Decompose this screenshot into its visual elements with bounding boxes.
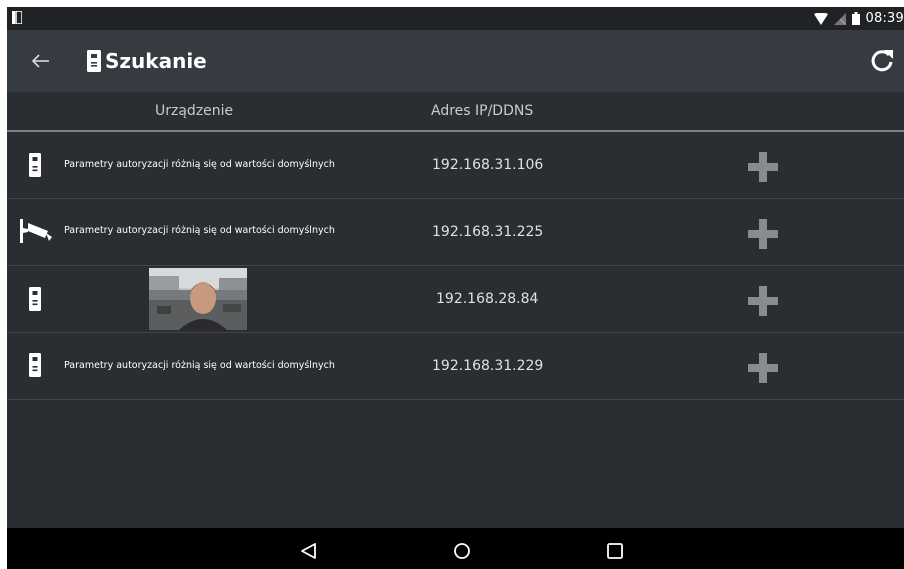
device-description: Parametry autoryzacji różnią się od wart… xyxy=(64,360,335,371)
circle-home-icon[interactable] xyxy=(452,541,472,561)
device-ip: 192.168.31.225 xyxy=(432,224,544,240)
column-header-device: Urządzenie xyxy=(155,103,234,119)
page-title: Szukanie xyxy=(105,49,207,73)
triangle-back-icon[interactable] xyxy=(299,541,319,561)
snapshot-scene xyxy=(149,268,247,330)
device-description: Parametry autoryzacji różnią się od wart… xyxy=(64,159,335,170)
table-row[interactable]: Parametry autoryzacji różnią się od wart… xyxy=(7,132,904,199)
add-icon[interactable] xyxy=(748,286,778,316)
camera-icon xyxy=(20,219,52,243)
door-station-icon xyxy=(29,287,41,311)
app-toolbar: Szukanie xyxy=(7,30,904,92)
status-time: 08:39 xyxy=(865,11,904,26)
door-station-icon xyxy=(29,353,41,377)
system-nav-bar xyxy=(7,528,904,569)
status-bar: 08:39 xyxy=(7,7,904,30)
table-row[interactable]: 192.168.28.84 xyxy=(7,266,904,333)
add-icon[interactable] xyxy=(748,219,778,249)
device-ip: 192.168.28.84 xyxy=(436,291,539,307)
status-icons: 08:39 xyxy=(813,7,904,30)
camera-snapshot xyxy=(149,268,247,330)
table-row[interactable]: Parametry autoryzacji różnią się od wart… xyxy=(7,333,904,400)
device-description: Parametry autoryzacji różnią się od wart… xyxy=(64,225,335,236)
table-row[interactable]: Parametry autoryzacji różnią się od wart… xyxy=(7,199,904,266)
battery-icon xyxy=(851,12,860,25)
page-title-group: Szukanie xyxy=(87,45,207,77)
arrow-back-icon[interactable] xyxy=(27,49,53,73)
refresh-icon[interactable] xyxy=(868,47,896,75)
column-header-ip: Adres IP/DDNS xyxy=(431,103,534,119)
app-screen: 08:39 Szukanie Urządzenie Adres IP/DDNS xyxy=(7,7,904,569)
table-header: Urządzenie Adres IP/DDNS xyxy=(7,92,904,132)
square-recent-icon[interactable] xyxy=(605,541,625,561)
door-station-icon xyxy=(29,153,41,177)
wifi-icon xyxy=(813,12,828,25)
add-icon[interactable] xyxy=(748,353,778,383)
add-icon[interactable] xyxy=(748,152,778,182)
notification-icon xyxy=(12,11,22,24)
device-ip: 192.168.31.106 xyxy=(432,157,544,173)
device-ip: 192.168.31.229 xyxy=(432,358,544,374)
no-signal-icon xyxy=(833,12,846,25)
door-station-icon xyxy=(87,50,101,72)
